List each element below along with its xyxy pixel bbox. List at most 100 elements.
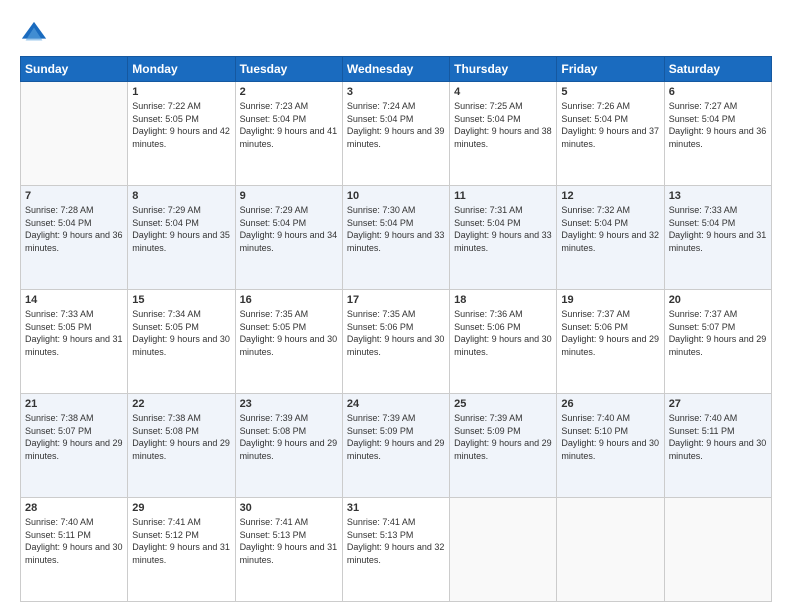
calendar-day-cell: 16Sunrise: 7:35 AMSunset: 5:05 PMDayligh… (235, 290, 342, 394)
day-number: 23 (240, 398, 338, 410)
day-number: 26 (561, 398, 659, 410)
day-info: Sunrise: 7:39 AMSunset: 5:08 PMDaylight:… (240, 412, 338, 462)
day-info: Sunrise: 7:41 AMSunset: 5:12 PMDaylight:… (132, 516, 230, 566)
calendar-week-row: 7 Sunrise: 7:28 AMSunset: 5:04 PMDaylight… (21, 186, 772, 290)
day-info: Sunrise: 7:35 AMSunset: 5:06 PMDaylight:… (347, 308, 445, 358)
day-info: Sunrise: 7:39 AMSunset: 5:09 PMDaylight:… (454, 412, 552, 462)
day-info: Sunrise: 7:36 AMSunset: 5:06 PMDaylight:… (454, 308, 552, 358)
calendar-day-cell: 14Sunrise: 7:33 AMSunset: 5:05 PMDayligh… (21, 290, 128, 394)
calendar-day-cell: 1 Sunrise: 7:22 AMSunset: 5:05 PMDaylight… (128, 82, 235, 186)
weekday-header: Thursday (450, 57, 557, 82)
day-number: 5 (561, 86, 659, 98)
day-info: Sunrise: 7:37 AMSunset: 5:06 PMDaylight:… (561, 308, 659, 358)
day-info: Sunrise: 7:30 AMSunset: 5:04 PMDaylight:… (347, 204, 445, 254)
calendar-day-cell: 19 Sunrise: 7:37 AMSunset: 5:06 PMDayligh… (557, 290, 664, 394)
calendar-day-cell: 26Sunrise: 7:40 AMSunset: 5:10 PMDayligh… (557, 394, 664, 498)
day-number: 15 (132, 294, 230, 306)
calendar-day-cell: 15Sunrise: 7:34 AMSunset: 5:05 PMDayligh… (128, 290, 235, 394)
calendar-day-cell: 11 Sunrise: 7:31 AMSunset: 5:04 PMDayligh… (450, 186, 557, 290)
day-info: Sunrise: 7:41 AMSunset: 5:13 PMDaylight:… (347, 516, 445, 566)
calendar-day-cell: 28Sunrise: 7:40 AMSunset: 5:11 PMDayligh… (21, 498, 128, 602)
day-number: 9 (240, 190, 338, 202)
day-number: 20 (669, 294, 767, 306)
calendar-week-row: 21 Sunrise: 7:38 AMSunset: 5:07 PMDayligh… (21, 394, 772, 498)
day-info: Sunrise: 7:26 AMSunset: 5:04 PMDaylight:… (561, 100, 659, 150)
day-number: 8 (132, 190, 230, 202)
calendar-day-cell (21, 82, 128, 186)
day-info: Sunrise: 7:38 AMSunset: 5:07 PMDaylight:… (25, 412, 123, 462)
day-info: Sunrise: 7:38 AMSunset: 5:08 PMDaylight:… (132, 412, 230, 462)
day-number: 21 (25, 398, 123, 410)
weekday-header: Friday (557, 57, 664, 82)
weekday-header: Tuesday (235, 57, 342, 82)
day-number: 29 (132, 502, 230, 514)
day-info: Sunrise: 7:39 AMSunset: 5:09 PMDaylight:… (347, 412, 445, 462)
header (20, 18, 772, 48)
calendar-day-cell: 30 Sunrise: 7:41 AMSunset: 5:13 PMDayligh… (235, 498, 342, 602)
day-number: 24 (347, 398, 445, 410)
calendar-day-cell: 7 Sunrise: 7:28 AMSunset: 5:04 PMDaylight… (21, 186, 128, 290)
calendar-day-cell: 29 Sunrise: 7:41 AMSunset: 5:12 PMDayligh… (128, 498, 235, 602)
weekday-header-row: SundayMondayTuesdayWednesdayThursdayFrid… (21, 57, 772, 82)
calendar-day-cell: 25Sunrise: 7:39 AMSunset: 5:09 PMDayligh… (450, 394, 557, 498)
calendar-day-cell: 18 Sunrise: 7:36 AMSunset: 5:06 PMDayligh… (450, 290, 557, 394)
day-number: 31 (347, 502, 445, 514)
weekday-header: Sunday (21, 57, 128, 82)
calendar-table: SundayMondayTuesdayWednesdayThursdayFrid… (20, 56, 772, 602)
day-number: 13 (669, 190, 767, 202)
day-number: 6 (669, 86, 767, 98)
calendar-day-cell: 4 Sunrise: 7:25 AMSunset: 5:04 PMDaylight… (450, 82, 557, 186)
calendar-day-cell: 2 Sunrise: 7:23 AMSunset: 5:04 PMDaylight… (235, 82, 342, 186)
calendar-day-cell: 10Sunrise: 7:30 AMSunset: 5:04 PMDayligh… (342, 186, 449, 290)
day-info: Sunrise: 7:24 AMSunset: 5:04 PMDaylight:… (347, 100, 445, 150)
day-info: Sunrise: 7:40 AMSunset: 5:11 PMDaylight:… (669, 412, 767, 462)
calendar-day-cell (664, 498, 771, 602)
day-info: Sunrise: 7:35 AMSunset: 5:05 PMDaylight:… (240, 308, 338, 358)
day-info: Sunrise: 7:31 AMSunset: 5:04 PMDaylight:… (454, 204, 552, 254)
day-number: 19 (561, 294, 659, 306)
day-info: Sunrise: 7:23 AMSunset: 5:04 PMDaylight:… (240, 100, 338, 150)
day-number: 4 (454, 86, 552, 98)
weekday-header: Saturday (664, 57, 771, 82)
weekday-header: Wednesday (342, 57, 449, 82)
day-number: 22 (132, 398, 230, 410)
calendar-day-cell: 13Sunrise: 7:33 AMSunset: 5:04 PMDayligh… (664, 186, 771, 290)
page: SundayMondayTuesdayWednesdayThursdayFrid… (0, 0, 792, 612)
calendar-day-cell: 3Sunrise: 7:24 AMSunset: 5:04 PMDaylight… (342, 82, 449, 186)
day-number: 14 (25, 294, 123, 306)
day-info: Sunrise: 7:41 AMSunset: 5:13 PMDaylight:… (240, 516, 338, 566)
calendar-day-cell: 17 Sunrise: 7:35 AMSunset: 5:06 PMDayligh… (342, 290, 449, 394)
day-info: Sunrise: 7:27 AMSunset: 5:04 PMDaylight:… (669, 100, 767, 150)
calendar-day-cell (557, 498, 664, 602)
calendar-day-cell: 6 Sunrise: 7:27 AMSunset: 5:04 PMDaylight… (664, 82, 771, 186)
calendar-day-cell: 23 Sunrise: 7:39 AMSunset: 5:08 PMDayligh… (235, 394, 342, 498)
calendar-day-cell: 5 Sunrise: 7:26 AMSunset: 5:04 PMDaylight… (557, 82, 664, 186)
calendar-day-cell: 22 Sunrise: 7:38 AMSunset: 5:08 PMDayligh… (128, 394, 235, 498)
day-number: 2 (240, 86, 338, 98)
logo-icon (20, 20, 48, 48)
calendar-day-cell: 27 Sunrise: 7:40 AMSunset: 5:11 PMDayligh… (664, 394, 771, 498)
day-info: Sunrise: 7:29 AMSunset: 5:04 PMDaylight:… (240, 204, 338, 254)
day-info: Sunrise: 7:37 AMSunset: 5:07 PMDaylight:… (669, 308, 767, 358)
day-number: 11 (454, 190, 552, 202)
calendar-week-row: 1 Sunrise: 7:22 AMSunset: 5:05 PMDaylight… (21, 82, 772, 186)
day-number: 27 (669, 398, 767, 410)
day-number: 28 (25, 502, 123, 514)
calendar-week-row: 14Sunrise: 7:33 AMSunset: 5:05 PMDayligh… (21, 290, 772, 394)
day-info: Sunrise: 7:22 AMSunset: 5:05 PMDaylight:… (132, 100, 230, 150)
calendar-day-cell (450, 498, 557, 602)
logo (20, 22, 51, 48)
calendar-day-cell: 8 Sunrise: 7:29 AMSunset: 5:04 PMDaylight… (128, 186, 235, 290)
day-info: Sunrise: 7:28 AMSunset: 5:04 PMDaylight:… (25, 204, 123, 254)
calendar-week-row: 28Sunrise: 7:40 AMSunset: 5:11 PMDayligh… (21, 498, 772, 602)
calendar-day-cell: 12Sunrise: 7:32 AMSunset: 5:04 PMDayligh… (557, 186, 664, 290)
day-info: Sunrise: 7:29 AMSunset: 5:04 PMDaylight:… (132, 204, 230, 254)
day-number: 30 (240, 502, 338, 514)
day-number: 18 (454, 294, 552, 306)
weekday-header: Monday (128, 57, 235, 82)
day-number: 7 (25, 190, 123, 202)
day-number: 17 (347, 294, 445, 306)
calendar-day-cell: 21 Sunrise: 7:38 AMSunset: 5:07 PMDayligh… (21, 394, 128, 498)
day-number: 1 (132, 86, 230, 98)
day-info: Sunrise: 7:25 AMSunset: 5:04 PMDaylight:… (454, 100, 552, 150)
